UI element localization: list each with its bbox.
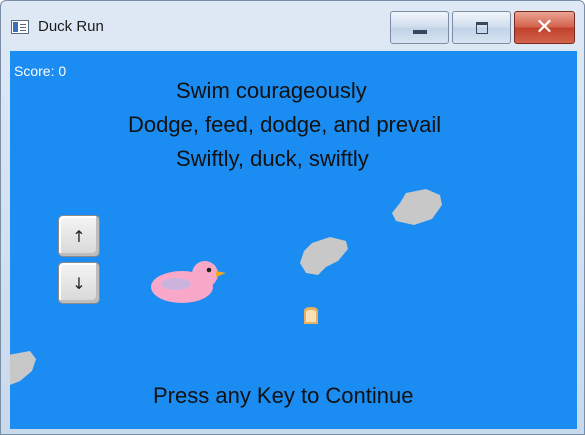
app-icon <box>11 20 29 34</box>
close-button[interactable]: ✕ <box>514 11 575 44</box>
continue-prompt: Press any Key to Continue <box>153 383 414 408</box>
close-icon: ✕ <box>535 14 554 40</box>
game-canvas[interactable]: Score: 0 Swim courageously Dodge, feed, … <box>10 51 577 429</box>
minimize-icon <box>412 29 427 34</box>
game-window: Duck Run ✕ Score: 0 Swim courageously Do… <box>0 0 585 435</box>
score-label: Score: 0 <box>14 63 67 79</box>
rock-obstacle <box>10 351 36 385</box>
rock-obstacle <box>300 237 348 275</box>
tagline-line-1: Swim courageously <box>176 78 367 103</box>
tagline-line-2: Dodge, feed, dodge, and prevail <box>128 112 442 137</box>
rock-obstacle <box>392 189 442 225</box>
tagline-line-3: Swiftly, duck, swiftly <box>176 146 369 171</box>
down-arrow-key-icon: ↓ <box>58 262 100 304</box>
duck-player <box>151 261 226 303</box>
window-title: Duck Run <box>38 18 104 35</box>
title-bar[interactable]: Duck Run ✕ <box>1 1 584 45</box>
maximize-button[interactable] <box>452 11 511 44</box>
up-arrow-key-icon: ↑ <box>58 215 100 257</box>
bread-food <box>304 307 318 324</box>
minimize-button[interactable] <box>390 11 449 44</box>
maximize-icon <box>475 21 488 34</box>
